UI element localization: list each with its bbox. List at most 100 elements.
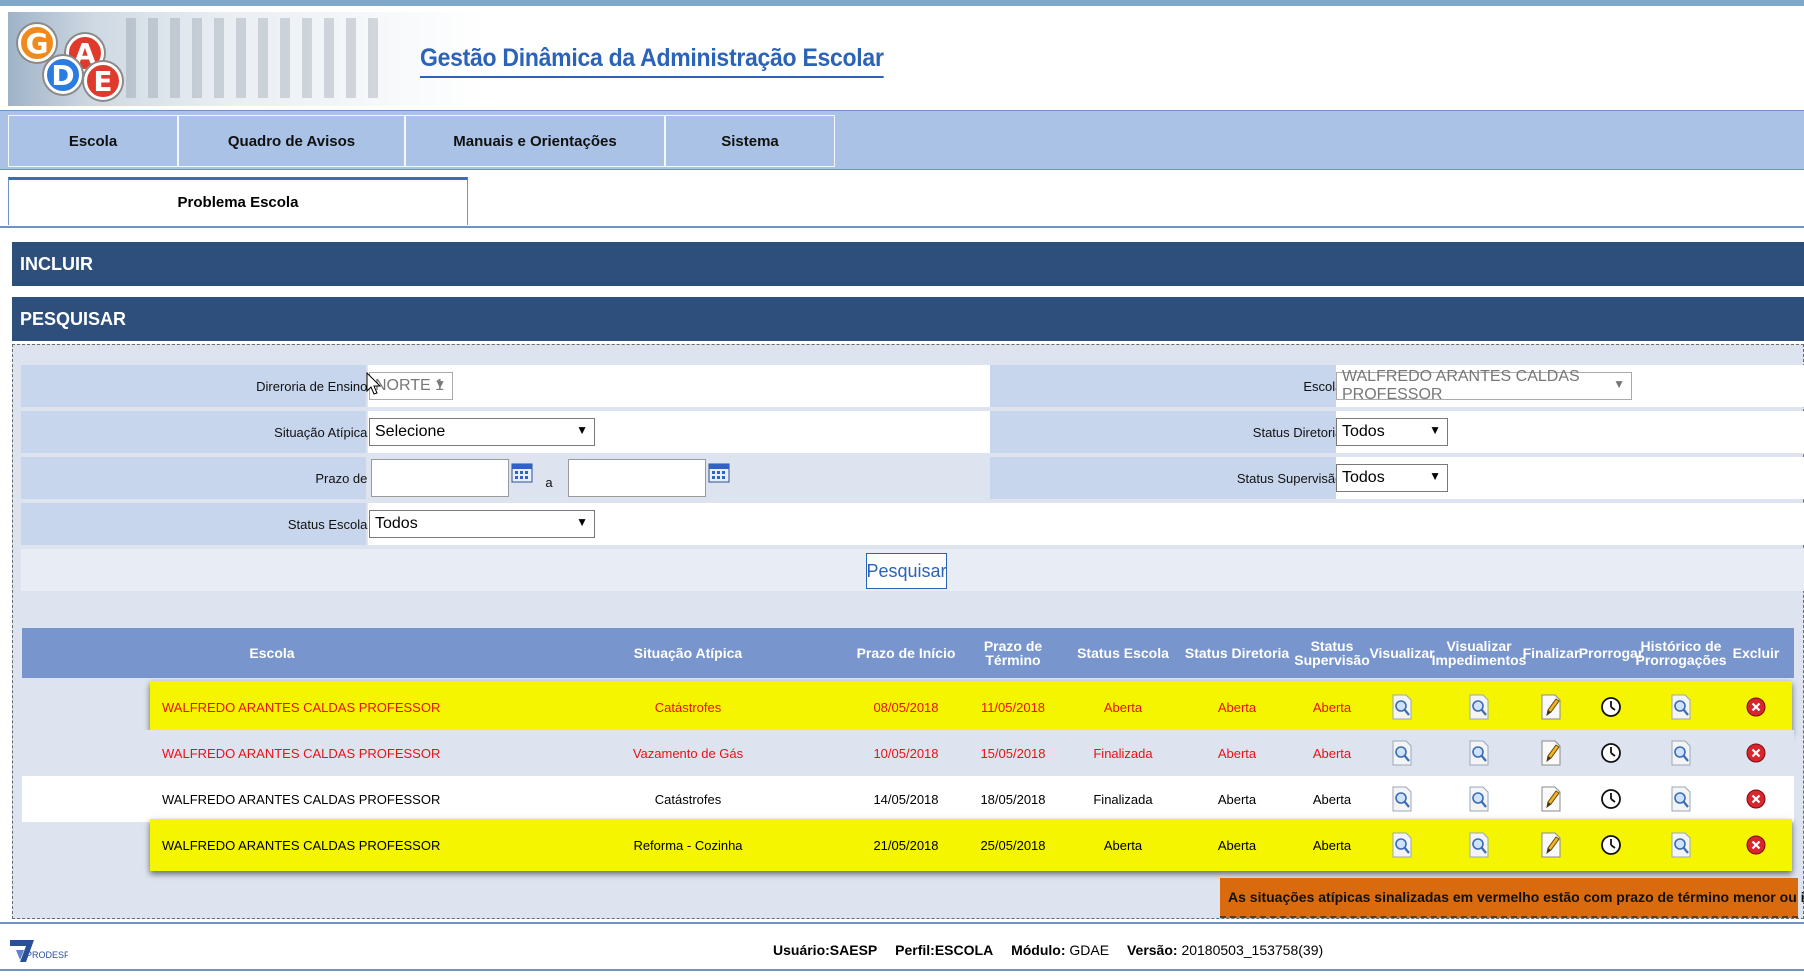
status-diretoria-cell: Aberta	[1217, 745, 1257, 761]
visualizar-icon[interactable]	[1368, 822, 1436, 868]
finalizar-pencil-icon[interactable]	[1522, 776, 1580, 822]
finalizar-pencil-icon[interactable]	[1522, 822, 1580, 868]
versao-value: 20180503_153758(39)	[1181, 942, 1324, 958]
escola-select[interactable]: WALFREDO ARANTES CALDAS PROFESSOR ▼	[1336, 368, 1632, 403]
footer-divider	[0, 969, 1804, 971]
status-escola-cell: Aberta	[1103, 837, 1143, 853]
escola-label: Escola:	[1303, 378, 1346, 394]
prazo-termino-cell: 11/05/2018	[980, 699, 1046, 715]
situacao-cell: Catástrofes	[654, 699, 722, 715]
usuario-label: Usuário:	[773, 942, 830, 958]
versao-label: Versão:	[1126, 942, 1178, 958]
main-menu: Escola Quadro de Avisos Manuais e Orient…	[0, 110, 1804, 170]
prazo-from-input[interactable]	[371, 459, 509, 497]
usuario-value: SAESP	[829, 942, 878, 958]
situacao-select[interactable]: Selecione ▼	[369, 418, 595, 446]
visualizar-icon[interactable]	[1368, 730, 1436, 776]
status-diretoria-cell: Aberta	[1217, 837, 1257, 853]
menu-item-quadro-de-avisos[interactable]: Quadro de Avisos	[178, 115, 405, 167]
logo-letter-e: E	[84, 62, 122, 100]
prodesp-logo: PRODESP	[10, 940, 68, 962]
prazo-termino-cell: 18/05/2018	[980, 791, 1046, 807]
menu-item-sistema[interactable]: Sistema	[665, 115, 835, 167]
col-visualizar-impedimentos: Visualizar Impedimentos	[1431, 638, 1527, 668]
prazo-to-input[interactable]	[568, 459, 706, 497]
visualizar-impedimentos-icon[interactable]	[1436, 730, 1522, 776]
excluir-delete-icon[interactable]	[1720, 776, 1792, 822]
excluir-delete-icon[interactable]	[1720, 730, 1792, 776]
calendar-icon[interactable]	[708, 461, 730, 483]
col-finalizar: Finalizar	[1522, 645, 1580, 661]
historico-magnifier-icon[interactable]	[1642, 822, 1720, 868]
prorrogar-clock-icon[interactable]	[1580, 730, 1642, 776]
status-diretoria-select-value: Todos	[1342, 423, 1385, 440]
escola-cell: WALFREDO ARANTES CALDAS PROFESSOR	[162, 745, 441, 761]
visualizar-icon[interactable]	[1368, 684, 1436, 730]
prazo-inicio-cell: 21/05/2018	[873, 837, 939, 853]
prorrogar-clock-icon[interactable]	[1580, 684, 1642, 730]
calendar-icon[interactable]	[511, 461, 533, 483]
subtab-divider	[0, 226, 1804, 228]
visualizar-impedimentos-icon[interactable]	[1436, 776, 1522, 822]
situacao-select-value: Selecione	[375, 423, 446, 440]
visualizar-icon[interactable]	[1368, 776, 1436, 822]
footer: PRODESP Usuário:SAESP Perfil:ESCOLA Módu…	[0, 922, 1804, 979]
perfil-label: Perfil:	[895, 942, 935, 958]
prazo-termino-cell: 25/05/2018	[980, 837, 1046, 853]
historico-magnifier-icon[interactable]	[1642, 776, 1720, 822]
situacao-label: Situação Atípica:	[274, 424, 371, 440]
col-status-supervisao: Status Supervisão	[1294, 638, 1370, 668]
situacao-cell: Vazamento de Gás	[632, 745, 744, 761]
finalizar-pencil-icon[interactable]	[1522, 684, 1580, 730]
logo-letter-g: G	[18, 24, 56, 62]
mouse-cursor-icon	[366, 372, 382, 395]
menu-item-escola[interactable]: Escola	[8, 115, 178, 167]
section-pesquisar[interactable]: PESQUISAR	[12, 297, 1804, 341]
historico-magnifier-icon[interactable]	[1642, 684, 1720, 730]
col-visualizar: Visualizar	[1369, 645, 1435, 661]
situacao-cell: Catástrofes	[654, 791, 722, 807]
dropdown-arrow-icon: ▼	[576, 515, 588, 529]
pesquisar-button[interactable]: Pesquisar	[866, 553, 947, 589]
status-supervisao-cell: Aberta	[1312, 745, 1352, 761]
status-escola-cell: Finalizada	[1093, 745, 1153, 761]
prorrogar-clock-icon[interactable]	[1580, 776, 1642, 822]
menu-item-manuais[interactable]: Manuais e Orientações	[405, 115, 665, 167]
status-supervisao-select[interactable]: Todos ▼	[1336, 464, 1448, 492]
excluir-delete-icon[interactable]	[1720, 684, 1792, 730]
results-table-header: Escola Situação Atípica Prazo de Início …	[22, 628, 1794, 678]
escola-select-value: WALFREDO ARANTES CALDAS PROFESSOR	[1342, 368, 1580, 403]
visualizar-impedimentos-icon[interactable]	[1436, 684, 1522, 730]
status-supervisao-cell: Aberta	[1312, 791, 1352, 807]
status-supervisao-label: Status Supervisão:	[1236, 470, 1346, 486]
status-supervisao-cell: Aberta	[1312, 837, 1352, 853]
modulo-label: Módulo:	[1011, 942, 1066, 958]
dropdown-arrow-icon: ▼	[1613, 377, 1625, 391]
header: G A D E Gestão Dinâmica da Administração…	[0, 0, 1804, 108]
status-escola-cell: Finalizada	[1093, 791, 1153, 807]
historico-magnifier-icon[interactable]	[1642, 730, 1720, 776]
excluir-delete-icon[interactable]	[1720, 822, 1792, 868]
visualizar-impedimentos-icon[interactable]	[1436, 822, 1522, 868]
diretoria-control-bg	[368, 365, 998, 407]
status-diretoria-cell: Aberta	[1217, 791, 1257, 807]
legend-note: As situações atípicas sinalizadas em ver…	[1220, 878, 1804, 918]
table-row: WALFREDO ARANTES CALDAS PROFESSOR Catástr…	[22, 776, 1794, 822]
modulo-value: GDAE	[1069, 942, 1110, 958]
prodesp-logo-text: PRODESP	[26, 950, 68, 960]
status-escola-select[interactable]: Todos ▼	[369, 510, 595, 538]
dropdown-arrow-icon: ▼	[1429, 423, 1441, 437]
prorrogar-clock-icon[interactable]	[1580, 822, 1642, 868]
col-historico: Histórico de Prorrogações	[1635, 638, 1727, 668]
finalizar-pencil-icon[interactable]	[1522, 730, 1580, 776]
footer-info: Usuário:SAESP Perfil:ESCOLA Módulo: GDAE…	[773, 942, 1323, 958]
status-diretoria-select[interactable]: Todos ▼	[1336, 418, 1448, 446]
dropdown-arrow-icon: ▼	[576, 423, 588, 437]
status-escola-select-value: Todos	[375, 515, 418, 532]
escola-cell: WALFREDO ARANTES CALDAS PROFESSOR	[162, 699, 441, 715]
tab-problema-escola[interactable]: Problema Escola	[8, 177, 468, 225]
status-escola-cell: Aberta	[1103, 699, 1143, 715]
status-supervisao-select-value: Todos	[1342, 469, 1385, 486]
section-incluir[interactable]: INCLUIR	[12, 242, 1804, 286]
perfil-value: ESCOLA	[934, 942, 994, 958]
